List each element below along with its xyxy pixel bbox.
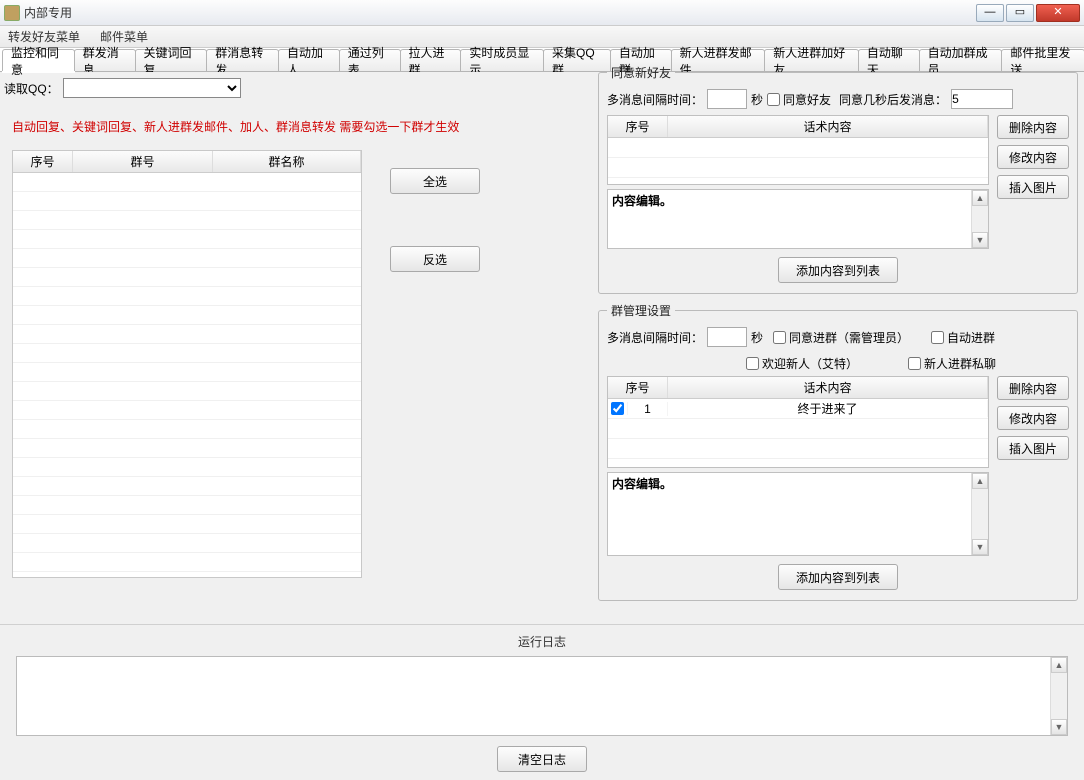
scrollbar[interactable]: ▲▼ [971, 190, 988, 248]
auto-group-checkbox[interactable] [931, 331, 944, 344]
friend-second-label: 秒 [751, 91, 763, 108]
tab-live-members[interactable]: 实时成员显示 [460, 49, 544, 71]
clear-log-button[interactable]: 清空日志 [497, 746, 587, 772]
close-button[interactable]: ✕ [1036, 4, 1080, 22]
readqq-select[interactable] [63, 78, 241, 98]
window-title: 内部专用 [24, 4, 72, 21]
friend-add-to-list-button[interactable]: 添加内容到列表 [778, 257, 898, 283]
titlebar: 内部专用 — ▭ ✕ [0, 0, 1084, 26]
friend-scripts-body[interactable] [608, 138, 988, 178]
app-icon [4, 5, 20, 21]
friend-delete-button[interactable]: 删除内容 [997, 115, 1069, 139]
tab-pull-to-group[interactable]: 拉人进群 [400, 49, 462, 71]
agree-friend-legend: 同意新好友 [607, 64, 675, 81]
minimize-button[interactable]: — [976, 4, 1004, 22]
welcome-label: 欢迎新人（艾特） [762, 355, 858, 372]
group-tbl-h1[interactable]: 序号 [608, 377, 668, 398]
group-edit-textarea[interactable] [608, 494, 970, 552]
welcome-checkbox[interactable] [746, 357, 759, 370]
group-row1-index: 1 [628, 402, 668, 416]
friend-interval-input[interactable] [707, 89, 747, 109]
private-label: 新人进群私聊 [924, 355, 996, 372]
scrollbar[interactable]: ▲▼ [1050, 657, 1067, 735]
agree-group-checkbox[interactable] [773, 331, 786, 344]
friend-modify-button[interactable]: 修改内容 [997, 145, 1069, 169]
readqq-label: 读取QQ： [4, 80, 59, 97]
tab-monitor-agree[interactable]: 监控和同意 [2, 49, 75, 71]
friend-edit-label: 内容编辑。 [608, 190, 676, 211]
agree-friend-checkbox[interactable] [767, 93, 780, 106]
group-table-header-index[interactable]: 序号 [13, 151, 73, 172]
red-note: 自动回复、关键词回复、新人进群发邮件、加人、群消息转发 需要勾选一下群才生效 [12, 118, 459, 135]
friend-insert-image-button[interactable]: 插入图片 [997, 175, 1069, 199]
group-tbl-h2[interactable]: 话术内容 [668, 377, 988, 398]
group-interval-label: 多消息间隔时间： [607, 329, 703, 346]
friend-edit-textarea[interactable] [608, 211, 970, 247]
group-table-body[interactable] [13, 173, 361, 577]
agree-friend-panel: 同意新好友 多消息间隔时间： 秒 同意好友 同意几秒后发消息： 序号 话术内容 [598, 64, 1078, 294]
scrollbar[interactable]: ▲▼ [971, 473, 988, 555]
friend-tbl-h2[interactable]: 话术内容 [668, 116, 988, 137]
friend-interval-label: 多消息间隔时间： [607, 91, 703, 108]
tab-keyword-reply[interactable]: 关键词回复 [135, 49, 208, 71]
group-manage-panel: 群管理设置 多消息间隔时间： 秒 同意进群（需管理员） 自动进群 欢迎新人（艾特… [598, 302, 1078, 601]
group-table-header-name[interactable]: 群名称 [213, 151, 361, 172]
group-table: 序号 群号 群名称 [12, 150, 362, 578]
group-edit-label: 内容编辑。 [608, 473, 676, 494]
tab-pass-list[interactable]: 通过列表 [339, 49, 401, 71]
friend-tbl-h1[interactable]: 序号 [608, 116, 668, 137]
group-table-header-number[interactable]: 群号 [73, 151, 213, 172]
auto-group-label: 自动进群 [947, 329, 995, 346]
group-scripts-body[interactable]: 1 终于进来了 [608, 399, 988, 459]
agree-friend-check-label: 同意好友 [783, 91, 831, 108]
group-add-to-list-button[interactable]: 添加内容到列表 [778, 564, 898, 590]
private-checkbox[interactable] [908, 357, 921, 370]
friend-delay-input[interactable] [951, 89, 1013, 109]
tab-auto-add[interactable]: 自动加人 [278, 49, 340, 71]
group-delete-button[interactable]: 删除内容 [997, 376, 1069, 400]
tab-msg-forward[interactable]: 群消息转发 [206, 49, 279, 71]
group-row1-checkbox[interactable] [611, 402, 624, 415]
group-modify-button[interactable]: 修改内容 [997, 406, 1069, 430]
group-row1-text: 终于进来了 [668, 400, 988, 417]
group-second-label: 秒 [751, 329, 763, 346]
group-insert-image-button[interactable]: 插入图片 [997, 436, 1069, 460]
group-interval-input[interactable] [707, 327, 747, 347]
maximize-button[interactable]: ▭ [1006, 4, 1034, 22]
friend-delay-label: 同意几秒后发消息： [839, 91, 947, 108]
log-textbox[interactable]: ▲▼ [16, 656, 1068, 736]
invert-select-button[interactable]: 反选 [390, 246, 480, 272]
agree-group-label: 同意进群（需管理员） [789, 329, 909, 346]
log-title: 运行日志 [0, 633, 1084, 650]
log-section: 运行日志 ▲▼ 清空日志 [0, 624, 1084, 780]
group-manage-legend: 群管理设置 [607, 302, 675, 319]
tab-mass-send[interactable]: 群发消息 [74, 49, 136, 71]
select-all-button[interactable]: 全选 [390, 168, 480, 194]
